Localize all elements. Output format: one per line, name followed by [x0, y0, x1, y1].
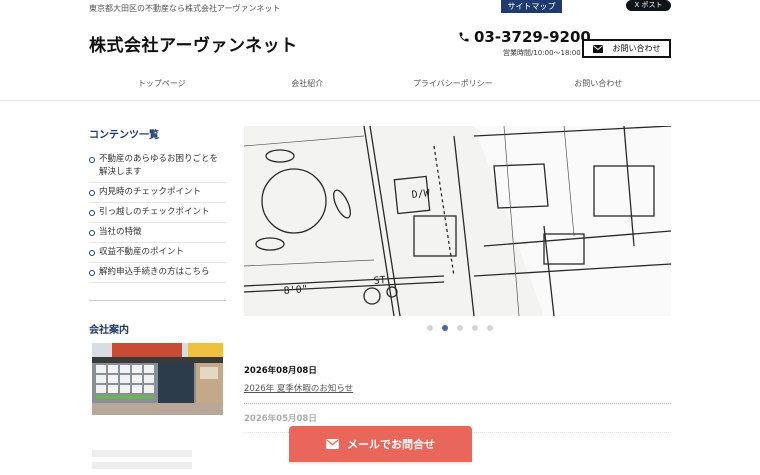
sidebar-item-label: 収益不動産のポイント	[99, 247, 185, 257]
contact-button[interactable]: お問い合わせ	[582, 39, 671, 58]
faded-sidebar-content	[92, 450, 192, 474]
contents-list: 不動産のあらゆるお困りごとを解決します 内見時のチェックポイント 引っ越しのチェ…	[89, 150, 226, 283]
sitemap-button[interactable]: サイトマップ	[501, 0, 562, 13]
sidebar-item-investment[interactable]: 収益不動産のポイント	[89, 243, 226, 263]
sidebar-item-cancellation[interactable]: 解約申込手続きの方はこちら	[89, 263, 226, 283]
slider-dot-2[interactable]	[442, 325, 448, 331]
phone-number-text: 03-3729-9200	[474, 28, 591, 46]
sidebar-divider	[89, 300, 226, 301]
news-date: 2026年08月08日	[244, 366, 317, 376]
nav-item-company[interactable]: 会社紹介	[235, 74, 381, 94]
slider-dot-5[interactable]	[487, 325, 493, 331]
slider-dot-1[interactable]	[427, 325, 433, 331]
svg-text:D/W: D/W	[411, 188, 431, 201]
contents-title: コンテンツ一覧	[89, 130, 159, 141]
business-hours: 営業時間/10:00〜18:00	[503, 49, 581, 57]
phone-icon	[459, 32, 469, 42]
circle-bullet-icon	[89, 209, 95, 216]
mail-icon	[326, 439, 339, 449]
circle-bullet-icon	[89, 156, 95, 163]
circle-bullet-icon	[89, 249, 95, 256]
news-item: 2026年08月08日 2026年 夏季休暇のお知らせ	[244, 364, 671, 404]
slider-dot-4[interactable]	[472, 325, 478, 331]
svg-text:ST: ST	[373, 275, 386, 287]
header-tagline: 東京都大田区の不動産なら株式会社アーヴァンネット	[89, 4, 281, 13]
sidebar-item-viewing[interactable]: 内見時のチェックポイント	[89, 183, 226, 203]
global-nav: トップページ 会社紹介 プライバシーポリシー お問い合わせ	[89, 74, 671, 94]
nav-item-contact[interactable]: お問い合わせ	[526, 74, 672, 94]
circle-bullet-icon	[89, 189, 95, 196]
mail-contact-button[interactable]: メールでお問合せ	[289, 426, 472, 462]
slider-dot-3[interactable]	[457, 325, 463, 331]
storefront-photo[interactable]	[92, 343, 223, 415]
sidebar-item-trouble[interactable]: 不動産のあらゆるお困りごとを解決します	[89, 150, 226, 183]
nav-item-privacy[interactable]: プライバシーポリシー	[380, 74, 526, 94]
site-logo[interactable]: 株式会社アーヴァンネット	[89, 31, 298, 56]
sidebar-item-label: 不動産のあらゆるお困りごとを解決します	[99, 154, 219, 177]
sidebar-item-moving[interactable]: 引っ越しのチェックポイント	[89, 203, 226, 223]
sidebar-item-label: 解約申込手続きの方はこちら	[99, 267, 210, 277]
sidebar-item-label: 引っ越しのチェックポイント	[99, 207, 210, 217]
svg-text:8'0": 8'0"	[283, 284, 308, 297]
nav-divider	[0, 100, 760, 101]
news-link[interactable]: 2026年 夏季休暇のお知らせ	[244, 384, 353, 394]
mail-contact-label: メールでお問合せ	[347, 438, 435, 451]
blueprint-image: D/W ST 8'0"	[244, 126, 671, 316]
circle-bullet-icon	[89, 229, 95, 236]
mail-icon	[592, 44, 603, 53]
sidebar: コンテンツ一覧 不動産のあらゆるお困りごとを解決します 内見時のチェックポイント…	[89, 126, 226, 283]
news-date: 2026年05月08日	[244, 414, 317, 424]
slider-pagination	[427, 325, 493, 331]
circle-bullet-icon	[89, 269, 95, 276]
contact-button-label: お問い合わせ	[612, 44, 661, 53]
hero-slider[interactable]: D/W ST 8'0"	[244, 126, 671, 316]
sidebar-item-label: 当社の特徴	[99, 227, 142, 237]
nav-item-top[interactable]: トップページ	[89, 74, 235, 94]
sidebar-item-label: 内見時のチェックポイント	[99, 187, 202, 197]
company-title: 会社案内	[89, 325, 129, 336]
x-post-button[interactable]: X ポスト	[626, 0, 671, 11]
phone-number[interactable]: 03-3729-9200	[458, 28, 591, 46]
sidebar-item-features[interactable]: 当社の特徴	[89, 223, 226, 243]
